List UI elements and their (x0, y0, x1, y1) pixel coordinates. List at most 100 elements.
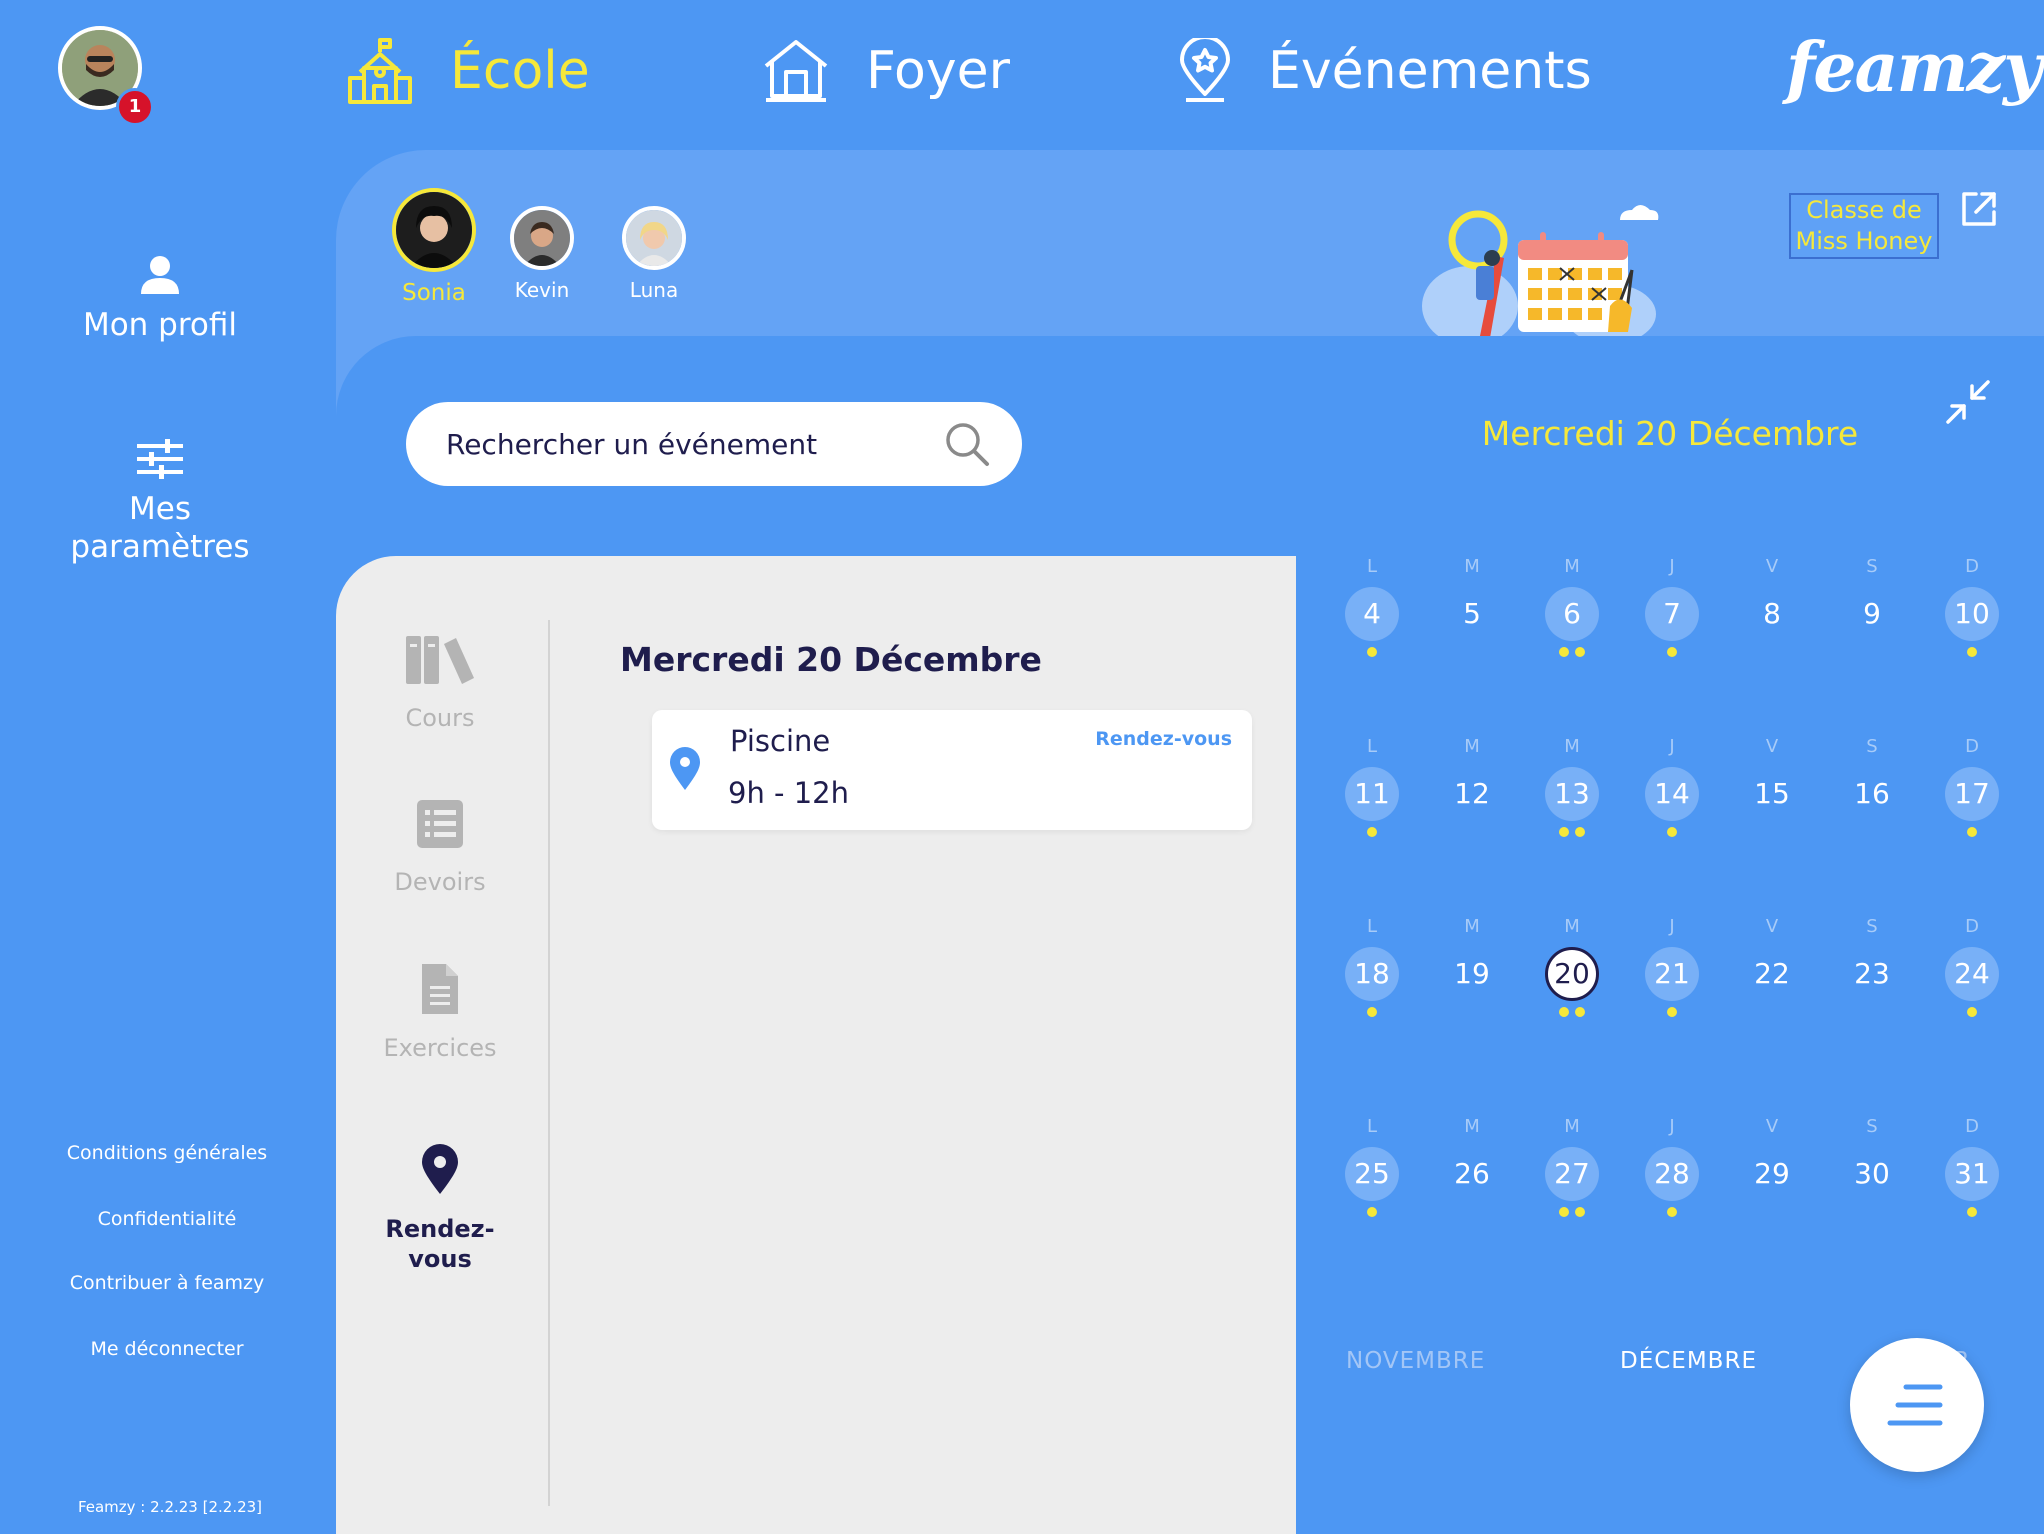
calendar-day-20[interactable]: M 20 (1527, 916, 1617, 1019)
logout-link[interactable]: Me déconnecter (30, 1338, 304, 1360)
weekday-label: V (1765, 736, 1779, 757)
calendar-day-29[interactable]: V 29 (1727, 1116, 1817, 1219)
day-number: 5 (1463, 597, 1481, 630)
weekday-label: D (1965, 556, 1979, 577)
calendar-day-16[interactable]: S 16 (1827, 736, 1917, 839)
event-dots (1627, 1207, 1717, 1219)
weekday-label: D (1965, 736, 1979, 757)
day-number: 17 (1945, 767, 1999, 821)
user-avatar[interactable]: 1 (58, 26, 154, 126)
day-number: 25 (1345, 1147, 1399, 1201)
category-label: Exercices (383, 1034, 497, 1062)
day-number: 21 (1645, 947, 1699, 1001)
calendar-day-18[interactable]: L 18 (1327, 916, 1417, 1019)
event-dot (1559, 647, 1569, 657)
tab-foyer[interactable]: Foyer (762, 26, 1010, 116)
category-exercices[interactable]: Exercices (360, 962, 520, 1062)
menu-fab[interactable] (1850, 1338, 1984, 1472)
day-number: 19 (1454, 957, 1490, 990)
calendar-day-7[interactable]: J7 (1627, 556, 1717, 659)
weekday-label: S (1866, 1116, 1878, 1137)
feamzy-logo: feamzy: (1786, 28, 2044, 108)
house-icon (764, 40, 828, 102)
calendar-day-26[interactable]: M 26 (1427, 1116, 1517, 1219)
class-link[interactable]: Classe de Miss Honey (1789, 193, 1939, 259)
month-current[interactable]: DÉCEMBRE (1620, 1348, 1757, 1374)
day-number: 16 (1854, 777, 1890, 810)
calendar-day-19[interactable]: M 19 (1427, 916, 1517, 1019)
external-link-icon[interactable] (1960, 190, 1998, 228)
calendar-day-21[interactable]: J 21 (1627, 916, 1717, 1019)
calendar-day-28[interactable]: J 28 (1627, 1116, 1717, 1219)
child-kevin[interactable]: Kevin (510, 206, 574, 302)
calendar-day-4[interactable]: L4 (1327, 556, 1417, 659)
event-card[interactable]: Piscine 9h - 12h Rendez-vous (652, 710, 1252, 830)
tab-foyer-label: Foyer (866, 41, 1011, 101)
event-dots (1427, 1007, 1517, 1019)
weekday-label: J (1669, 736, 1675, 757)
calendar-day-5[interactable]: M5 (1427, 556, 1517, 659)
search-input[interactable] (446, 427, 944, 461)
weekday-label: V (1765, 916, 1779, 937)
calendar-day-6[interactable]: M6 (1527, 556, 1617, 659)
calendar-day-25[interactable]: L 25 (1327, 1116, 1417, 1219)
event-dots (1327, 647, 1417, 659)
child-name: Luna (629, 278, 679, 302)
day-number: 23 (1854, 957, 1890, 990)
calendar-day-23[interactable]: S 23 (1827, 916, 1917, 1019)
category-rendez-vous[interactable]: Rendez-vous (360, 1144, 520, 1274)
calendar-day-14[interactable]: J 14 (1627, 736, 1717, 839)
child-sonia[interactable]: Sonia (392, 188, 476, 306)
calendar-day-10[interactable]: D 10 (1927, 556, 2017, 659)
event-dots (1327, 1207, 1417, 1219)
calendar-day-17[interactable]: D 17 (1927, 736, 2017, 839)
day-number: 15 (1754, 777, 1790, 810)
child-avatar (622, 206, 686, 270)
day-number: 20 (1545, 947, 1599, 1001)
search-bar[interactable] (406, 402, 1022, 486)
profile-button[interactable]: Mon profil (30, 254, 290, 344)
settings-button[interactable]: Mes paramètres (30, 438, 290, 566)
event-dots (1627, 1007, 1717, 1019)
calendar-day-12[interactable]: M 12 (1427, 736, 1517, 839)
day-number: 12 (1454, 777, 1490, 810)
tab-ecole[interactable]: École (346, 26, 590, 116)
month-prev[interactable]: NOVEMBRE (1346, 1348, 1485, 1374)
child-avatar (510, 206, 574, 270)
location-pin-icon (670, 747, 700, 790)
weekday-label: M (1464, 916, 1480, 937)
privacy-link[interactable]: Confidentialité (30, 1208, 304, 1230)
day-number: 26 (1454, 1157, 1490, 1190)
tab-evenements[interactable]: Événements (1178, 26, 1592, 116)
contribute-link[interactable]: Contribuer à feamzy (30, 1272, 304, 1294)
collapse-icon[interactable] (1944, 378, 1992, 426)
calendar-day-22[interactable]: V 22 (1727, 916, 1817, 1019)
day-number: 31 (1945, 1147, 1999, 1201)
category-cours[interactable]: Cours (360, 634, 520, 732)
calendar-day-15[interactable]: V 15 (1727, 736, 1817, 839)
calendar-day-11[interactable]: L 11 (1327, 736, 1417, 839)
calendar-day-31[interactable]: D 31 (1927, 1116, 2017, 1219)
child-luna[interactable]: Luna (622, 206, 686, 302)
event-dots (1827, 1007, 1917, 1019)
calendar-day-27[interactable]: M 27 (1527, 1116, 1617, 1219)
day-number: 9 (1863, 597, 1881, 630)
calendar-day-8[interactable]: V8 (1727, 556, 1817, 659)
event-dot (1667, 1007, 1677, 1017)
calendar-day-30[interactable]: S 30 (1827, 1116, 1917, 1219)
location-pin-icon (422, 1144, 458, 1194)
weekday-label: S (1866, 736, 1878, 757)
calendar-day-24[interactable]: D 24 (1927, 916, 2017, 1019)
terms-link[interactable]: Conditions générales (30, 1142, 304, 1164)
day-number: 8 (1763, 597, 1781, 630)
event-dots (1427, 827, 1517, 839)
search-icon[interactable] (944, 421, 990, 467)
calendar-day-13[interactable]: M 13 (1527, 736, 1617, 839)
day-number: 4 (1345, 587, 1399, 641)
weekday-label: V (1765, 556, 1779, 577)
weekday-label: D (1965, 916, 1979, 937)
calendar-day-9[interactable]: S9 (1827, 556, 1917, 659)
weekday-label: M (1464, 556, 1480, 577)
weekday-label: L (1366, 916, 1378, 937)
category-devoirs[interactable]: Devoirs (360, 798, 520, 896)
